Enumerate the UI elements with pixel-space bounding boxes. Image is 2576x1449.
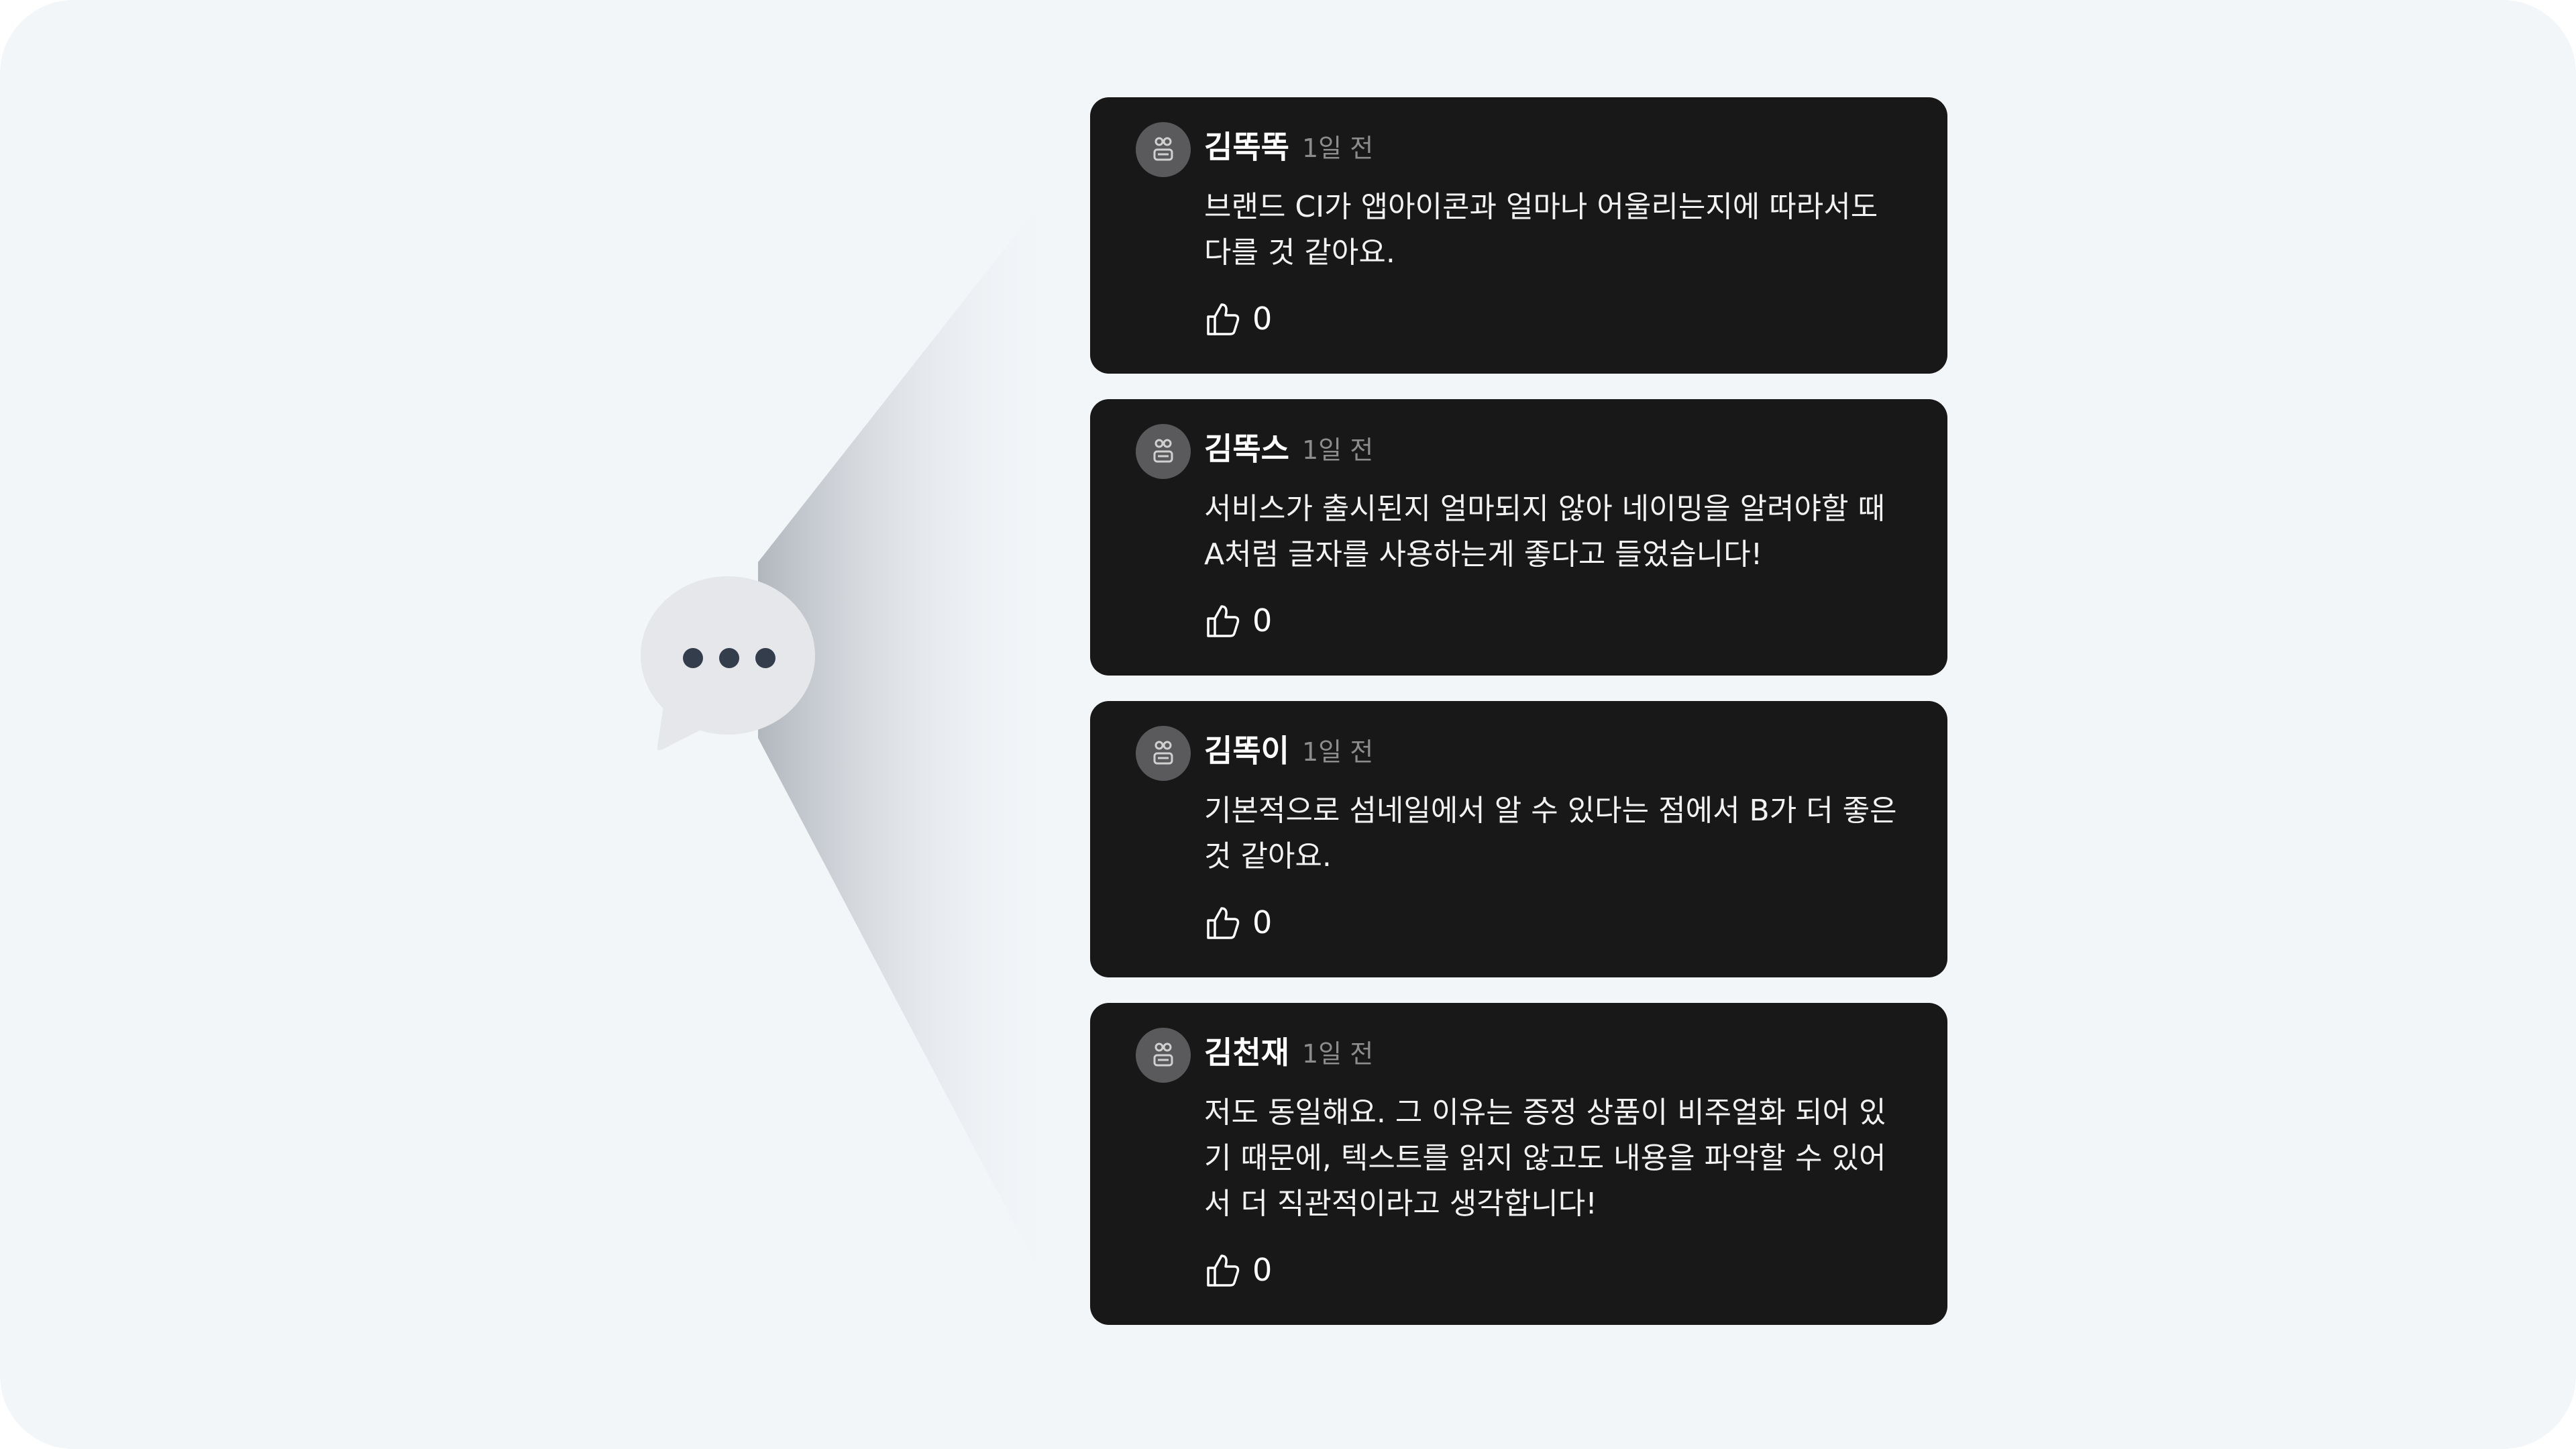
comment-card: 김똑똑 1일 전 브랜드 CI가 앱아이콘과 얼마나 어울리는지에 따라서도 다… — [1090, 97, 1947, 374]
comment-text-line: 브랜드 CI가 앱아이콘과 얼마나 어울리는지에 따라서도 — [1204, 190, 1878, 224]
thumbs-up-icon — [1207, 605, 1240, 637]
comment-text-line: 서비스가 출시된지 얼마되지 않아 네이밍을 알려야할 때 — [1204, 492, 1885, 526]
comment-author: 김똑스 — [1204, 431, 1289, 467]
like-button[interactable]: 0 — [1204, 600, 1272, 641]
robot-face-icon — [1136, 1028, 1191, 1083]
like-button[interactable]: 0 — [1204, 1250, 1272, 1290]
comment-text-line: 기본적으로 섬네일에서 알 수 있다는 점에서 B가 더 좋은 — [1204, 794, 1897, 828]
comment-text: 브랜드 CI가 앱아이콘과 얼마나 어울리는지에 따라서도 다를 것 같아요. — [1204, 184, 1915, 276]
like-count: 0 — [1252, 904, 1273, 941]
comment-author: 김천재 — [1204, 1034, 1289, 1071]
illustration-canvas: 김똑똑 1일 전 브랜드 CI가 앱아이콘과 얼마나 어울리는지에 따라서도 다… — [0, 0, 2576, 1449]
comment-text-line: 저도 동일해요. 그 이유는 증정 상품이 비주얼화 되어 있 — [1204, 1095, 1886, 1130]
robot-face-icon — [1136, 424, 1191, 479]
comment-card: 김천재 1일 전 저도 동일해요. 그 이유는 증정 상품이 비주얼화 되어 있… — [1090, 1003, 1947, 1325]
like-button[interactable]: 0 — [1204, 299, 1272, 339]
like-count: 0 — [1252, 1252, 1273, 1288]
chat-bubble-ellipsis-icon — [641, 576, 815, 751]
comment-text: 서비스가 출시된지 얼마되지 않아 네이밍을 알려야할 때 A처럼 글자를 사용… — [1204, 486, 1915, 578]
robot-face-icon — [1136, 122, 1191, 177]
comment-time: 1일 전 — [1302, 1039, 1374, 1069]
comment-text-line: A처럼 글자를 사용하는게 좋다고 들었습니다! — [1204, 537, 1763, 572]
comment-author: 김똑이 — [1204, 733, 1289, 769]
robot-face-icon — [1136, 726, 1191, 781]
comment-text: 저도 동일해요. 그 이유는 증정 상품이 비주얼화 되어 있 기 때문에, 텍… — [1204, 1090, 1915, 1227]
comment-text-line: 서 더 직관적이라고 생각합니다! — [1204, 1187, 1597, 1221]
comment-author: 김똑똑 — [1204, 129, 1289, 165]
like-button[interactable]: 0 — [1204, 902, 1272, 943]
thumbs-up-icon — [1207, 303, 1240, 335]
comment-text-line: 기 때문에, 텍스트를 읽지 않고도 내용을 파악할 수 있어 — [1204, 1141, 1886, 1175]
comment-card: 김똑이 1일 전 기본적으로 섬네일에서 알 수 있다는 점에서 B가 더 좋은… — [1090, 701, 1947, 977]
comment-time: 1일 전 — [1302, 133, 1374, 163]
thumbs-up-icon — [1207, 1254, 1240, 1287]
thumbs-up-icon — [1207, 907, 1240, 939]
like-count: 0 — [1252, 602, 1273, 639]
comment-time: 1일 전 — [1302, 737, 1374, 767]
comment-text: 기본적으로 섬네일에서 알 수 있다는 점에서 B가 더 좋은 것 같아요. — [1204, 788, 1915, 879]
comment-time: 1일 전 — [1302, 435, 1374, 465]
like-count: 0 — [1252, 301, 1273, 337]
comment-text-line: 다를 것 같아요. — [1204, 235, 1395, 270]
comment-text-line: 것 같아요. — [1204, 839, 1332, 873]
comment-card: 김똑스 1일 전 서비스가 출시된지 얼마되지 않아 네이밍을 알려야할 때 A… — [1090, 399, 1947, 676]
